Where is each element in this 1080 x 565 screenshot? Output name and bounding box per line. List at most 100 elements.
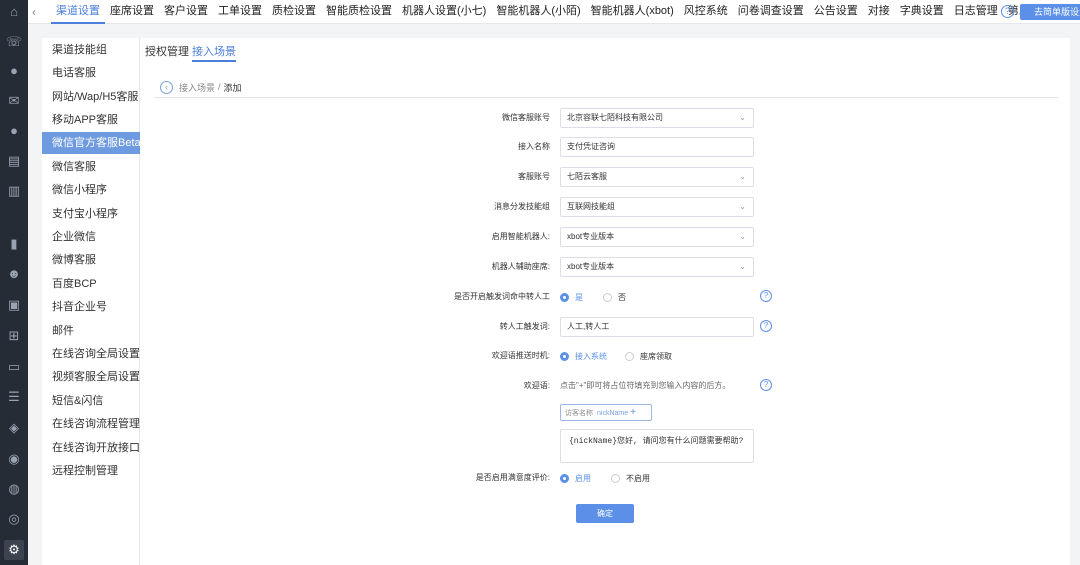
tab-channel-settings[interactable]: 渠道设置	[51, 0, 105, 24]
sidebar-item-video-global[interactable]: 视频客服全局设置	[42, 366, 140, 388]
satisfaction-off-radio[interactable]	[611, 474, 620, 483]
tab-seat-settings[interactable]: 座席设置	[105, 0, 159, 24]
chevron-down-icon: ⌄	[739, 172, 746, 181]
tab-dictionary-settings[interactable]: 字典设置	[895, 0, 949, 24]
message-icon[interactable]: ◍	[4, 479, 24, 499]
list-icon[interactable]: ☰	[4, 387, 24, 407]
robot-icon[interactable]: ☻	[4, 264, 24, 284]
sidebar-item-baidu-bcp[interactable]: 百度BCP	[42, 273, 140, 295]
main-panel: 授权管理 接入场景 ‹ 接入场景 / 添加 微信客服账号 北京容联七陌科技有限公…	[140, 38, 1070, 565]
tabs-right-arrow-icon[interactable]: ›	[979, 0, 983, 24]
timing-seat-text[interactable]: 座席领取	[640, 351, 672, 363]
sidebar-item-email[interactable]: 邮件	[42, 320, 140, 342]
tab-customer-settings[interactable]: 客户设置	[159, 0, 213, 24]
welcome-text: {nickName}您好, 请问您有什么问题需要帮助?	[569, 437, 744, 446]
welcome-hint: 点击"+"即可将占位符填充到您输入内容的后方。	[560, 381, 731, 390]
timing-access-text[interactable]: 接入系统	[575, 351, 607, 363]
trigger-yes-text[interactable]: 是	[575, 292, 583, 304]
tab-notice-settings[interactable]: 公告设置	[809, 0, 863, 24]
sidebar-item-wechat-miniprogram[interactable]: 微信小程序	[42, 179, 140, 201]
plus-box-icon[interactable]: ⊞	[4, 326, 24, 346]
sidebar-item-wechat-official[interactable]: 微信官方客服Beta	[42, 132, 140, 154]
user-icon[interactable]: ●	[4, 121, 24, 141]
welcome-textarea[interactable]: {nickName}您好, 请问您有什么问题需要帮助?	[560, 429, 754, 463]
sidebar-item-douyin[interactable]: 抖音企业号	[42, 296, 140, 318]
trigger-no-radio[interactable]	[603, 293, 612, 302]
timing-seat-radio[interactable]	[625, 352, 634, 361]
tab-ticket-settings[interactable]: 工单设置	[213, 0, 267, 24]
add-placeholder-plus-icon[interactable]: +	[630, 407, 636, 418]
welcome-help-icon[interactable]: ?	[760, 379, 772, 391]
sidebar-item-remote-control[interactable]: 远程控制管理	[42, 460, 140, 482]
breadcrumb-current: 添加	[223, 82, 242, 93]
channel-sidebar: 渠道技能组 电话客服 网站/Wap/H5客服 移动APP客服 微信官方客服Bet…	[42, 38, 140, 565]
enable-robot-select[interactable]: xbot专业版本 ⌄	[560, 227, 754, 247]
clipboard-icon[interactable]: ▤	[4, 151, 24, 171]
satisfaction-on-radio[interactable]	[560, 474, 569, 483]
book-icon[interactable]: ▥	[4, 181, 24, 201]
satisfaction-off-text[interactable]: 不启用	[626, 473, 650, 485]
sidebar-item-app[interactable]: 移动APP客服	[42, 109, 140, 131]
trigger-yes-radio[interactable]	[560, 293, 569, 302]
tab-robot-xiaomo[interactable]: 智能机器人(小陌)	[491, 0, 585, 24]
wechat-account-select[interactable]: 北京容联七陌科技有限公司 ⌄	[560, 108, 754, 128]
gear-icon[interactable]: ⚙	[4, 540, 24, 560]
shield-icon[interactable]: ◈	[4, 418, 24, 438]
chat-bubble-icon[interactable]: ●	[4, 61, 24, 81]
wechat-account-value: 北京容联七陌科技有限公司	[567, 113, 663, 122]
sidebar-item-online-flow[interactable]: 在线咨询流程管理	[42, 413, 140, 435]
chevron-down-icon: ⌄	[739, 202, 746, 211]
tab-qc-settings[interactable]: 质检设置	[267, 0, 321, 24]
timing-access-radio[interactable]	[560, 352, 569, 361]
trigger-words-input[interactable]: 人工,转人工	[560, 317, 754, 337]
sidebar-item-wechat[interactable]: 微信客服	[42, 156, 140, 178]
tab-survey-settings[interactable]: 问卷调查设置	[733, 0, 809, 24]
mail-icon[interactable]: ✉	[4, 91, 24, 111]
tab-smart-qc-settings[interactable]: 智能质检设置	[321, 0, 397, 24]
assist-robot-value: xbot专业版本	[567, 262, 615, 271]
sidebar-item-weibo[interactable]: 微博客服	[42, 249, 140, 271]
sidebar-item-alipay-miniprogram[interactable]: 支付宝小程序	[42, 203, 140, 225]
breadcrumb-parent[interactable]: 接入场景	[179, 81, 215, 94]
assist-robot-label: 机器人辅助座席:	[491, 262, 550, 271]
sidebar-item-phone[interactable]: 电话客服	[42, 62, 140, 84]
access-name-input[interactable]: 支付凭证咨询	[560, 137, 754, 157]
sidebar-item-open-api[interactable]: 在线咨询开放接口	[42, 437, 140, 459]
tab-integration[interactable]: 对接	[863, 0, 895, 24]
switch-simple-settings-button[interactable]: 去简单版设置	[1020, 4, 1080, 20]
subtab-access-scene[interactable]: 接入场景	[192, 44, 236, 62]
confirm-button[interactable]: 确定	[576, 504, 634, 523]
trigger-words-help-icon[interactable]: ?	[760, 320, 772, 332]
assist-robot-select[interactable]: xbot专业版本 ⌄	[560, 257, 754, 277]
monitor-icon[interactable]: ▣	[4, 295, 24, 315]
tabs-left-arrow-icon[interactable]: ‹	[32, 0, 36, 24]
help-icon[interactable]: ?	[1001, 5, 1014, 18]
sidebar-item-wecom[interactable]: 企业微信	[42, 226, 140, 248]
dispatch-group-label: 消息分发技能组	[494, 202, 550, 211]
compass-icon[interactable]: ◎	[4, 509, 24, 529]
trigger-help-icon[interactable]: ?	[760, 290, 772, 302]
welcome-label: 欢迎语:	[523, 381, 550, 390]
home-icon[interactable]: ⌂	[4, 2, 24, 22]
circle-icon[interactable]: ◉	[4, 449, 24, 469]
sidebar-item-web[interactable]: 网站/Wap/H5客服	[42, 86, 140, 108]
sidebar-item-sms[interactable]: 短信&闪信	[42, 390, 140, 412]
back-icon[interactable]: ‹	[160, 80, 173, 94]
tab-log-management[interactable]: 日志管理	[949, 0, 1003, 24]
chevron-down-icon: ⌄	[739, 232, 746, 241]
phone-icon[interactable]: ☏	[4, 32, 24, 52]
screen-icon[interactable]: ▭	[4, 357, 24, 377]
trigger-words-label: 转人工触发词:	[499, 322, 550, 331]
trigger-no-text[interactable]: 否	[618, 292, 626, 304]
tab-robot-xiaoqi[interactable]: 机器人设置(小七)	[397, 0, 491, 24]
service-account-select[interactable]: 七陌云客服 ⌄	[560, 167, 754, 187]
dispatch-group-select[interactable]: 互联网技能组 ⌄	[560, 197, 754, 217]
tab-risk-control[interactable]: 风控系统	[679, 0, 733, 24]
satisfaction-on-text[interactable]: 启用	[575, 473, 591, 485]
subtab-authorization[interactable]: 授权管理	[145, 44, 189, 60]
tab-robot-xbot[interactable]: 智能机器人(xbot)	[586, 0, 679, 24]
sidebar-item-online-global[interactable]: 在线咨询全局设置	[42, 343, 140, 365]
satisfaction-label: 是否启用满意度评价:	[475, 473, 550, 482]
bar-chart-icon[interactable]: ▮	[4, 234, 24, 254]
sidebar-item-skill-group[interactable]: 渠道技能组	[42, 39, 140, 61]
